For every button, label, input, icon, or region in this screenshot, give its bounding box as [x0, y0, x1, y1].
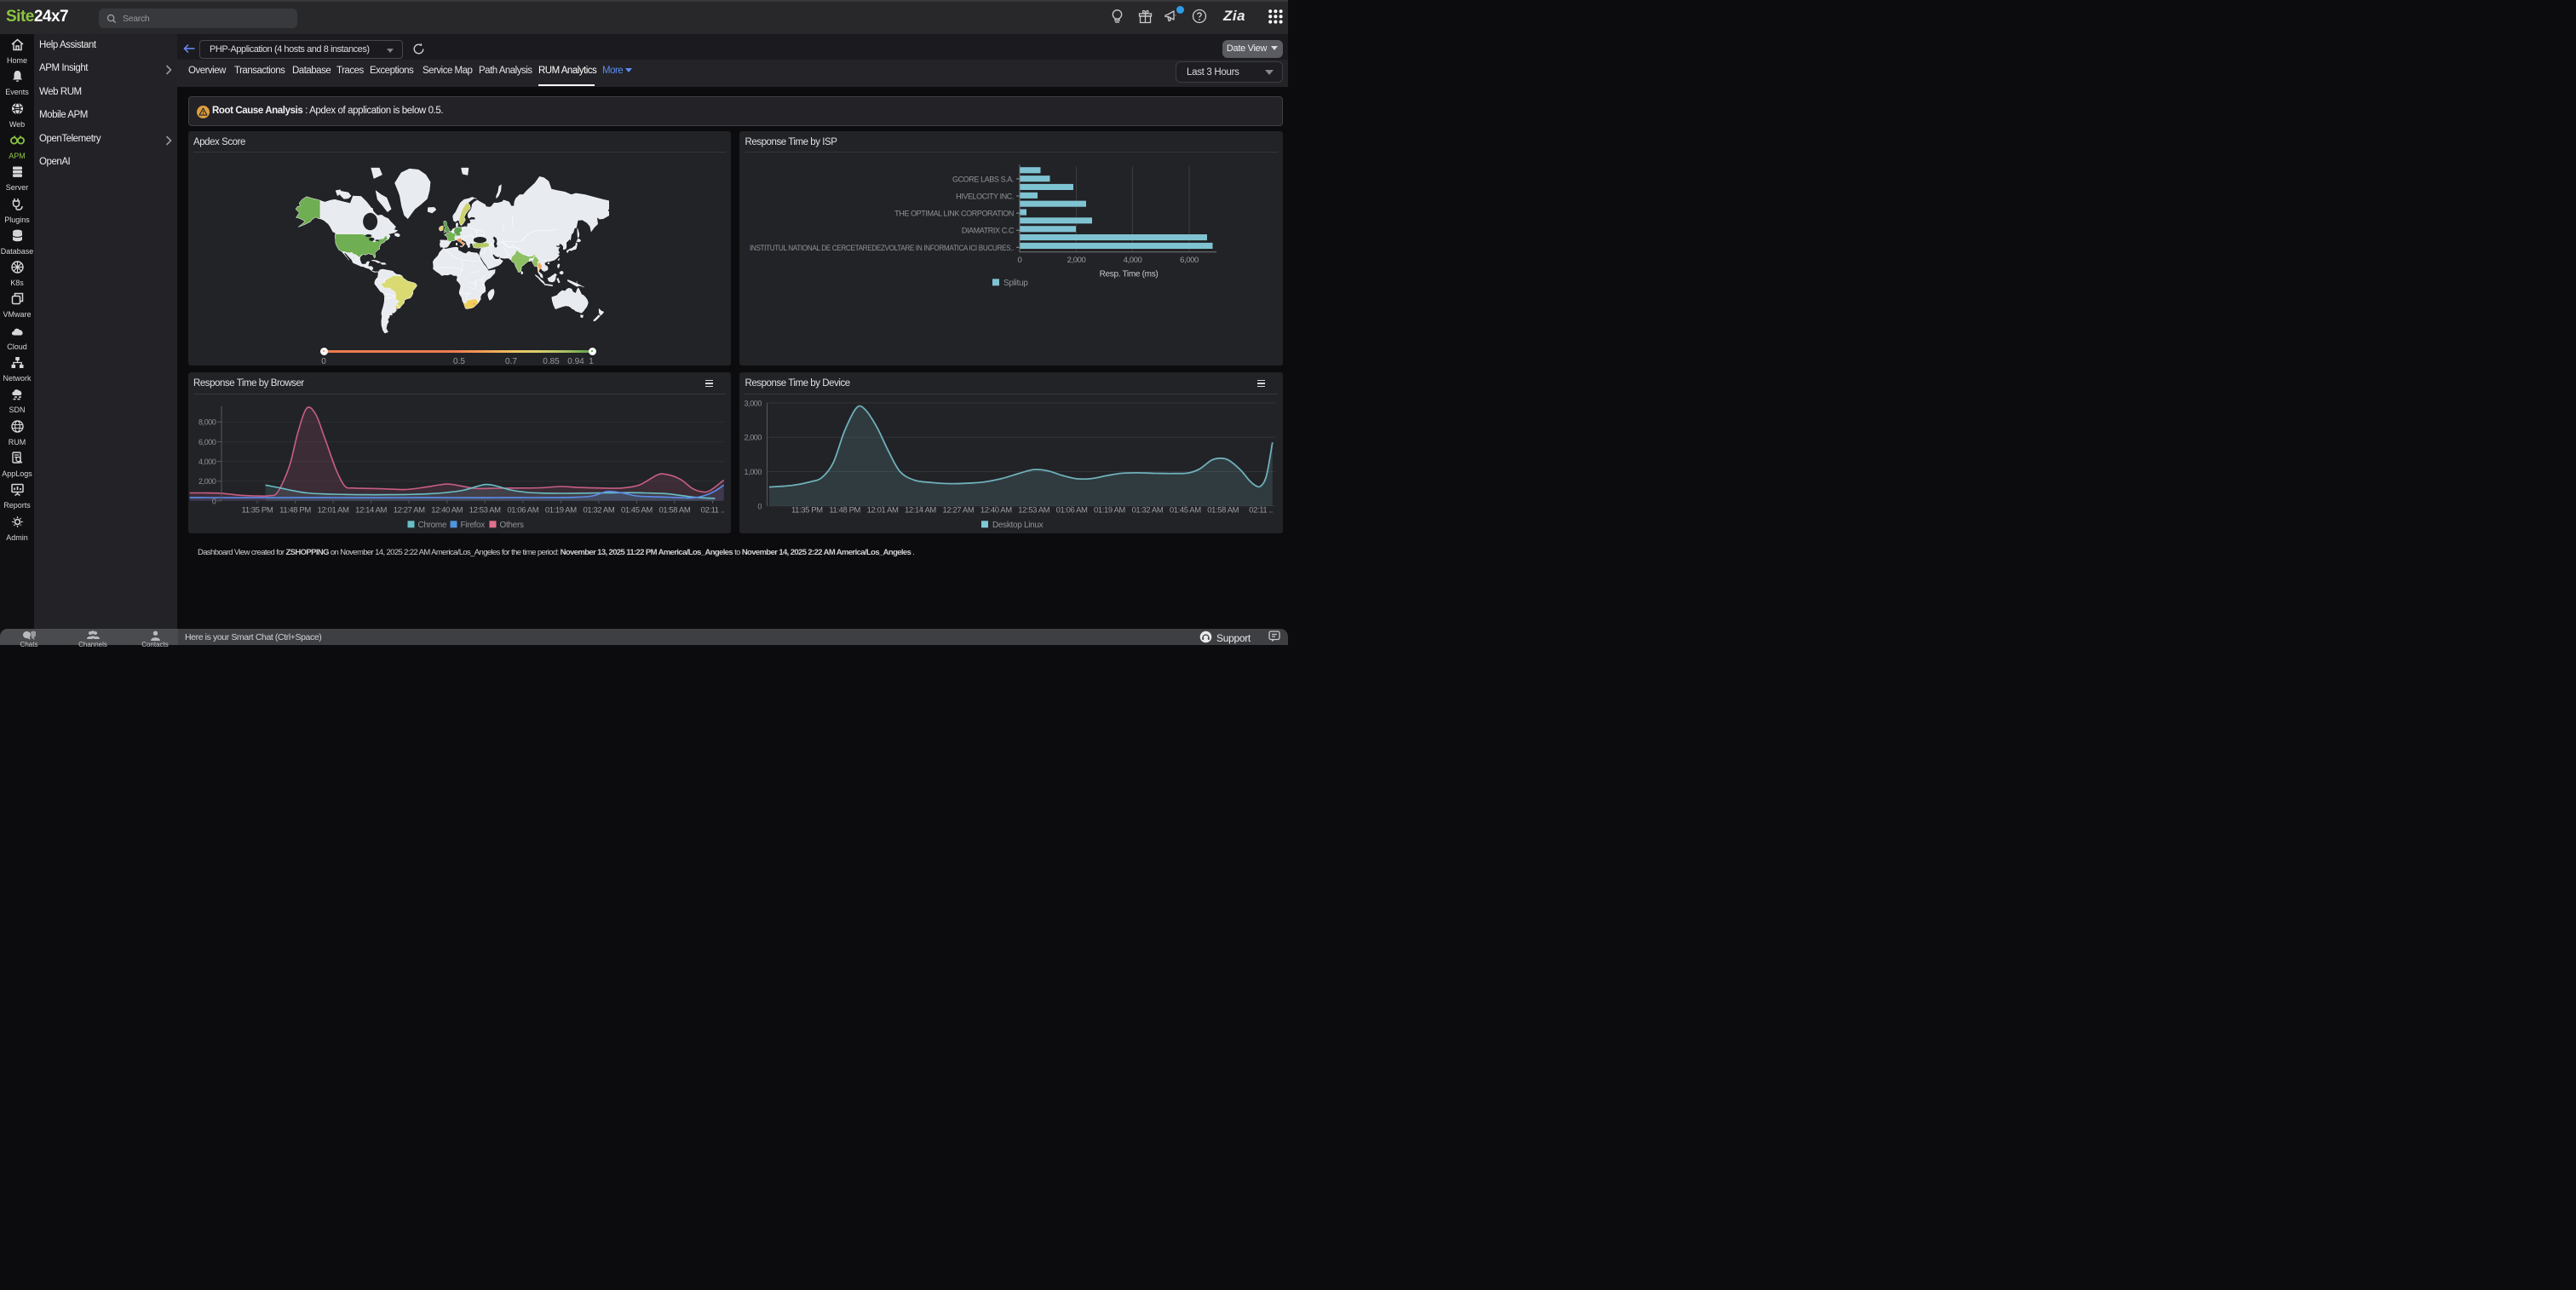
svg-text:12:14 AM: 12:14 AM: [355, 505, 387, 515]
svg-text:0: 0: [1018, 255, 1022, 264]
svg-text:6,000: 6,000: [198, 438, 216, 446]
svg-text:11:35 PM: 11:35 PM: [241, 505, 273, 515]
svg-text:Others: Others: [499, 521, 523, 530]
svg-text:Desktop Linux: Desktop Linux: [992, 521, 1044, 530]
svg-text:02:11 ..: 02:11 ..: [700, 505, 724, 515]
svg-text:1,000: 1,000: [745, 468, 762, 476]
svg-text:Chrome: Chrome: [417, 521, 446, 530]
svg-text:12:01 AM: 12:01 AM: [317, 505, 348, 515]
svg-text:01:19 AM: 01:19 AM: [544, 505, 576, 515]
svg-text:Splitup: Splitup: [1003, 278, 1028, 287]
svg-text:01:58 AM: 01:58 AM: [658, 505, 690, 515]
svg-text:2,000: 2,000: [1067, 255, 1086, 264]
svg-text:0: 0: [211, 497, 216, 505]
svg-text:2,000: 2,000: [745, 434, 762, 442]
svg-text:0: 0: [757, 502, 762, 510]
svg-text:12:40 AM: 12:40 AM: [431, 505, 463, 515]
svg-text:INSTITUTUL NATIONAL DE CERCETA: INSTITUTUL NATIONAL DE CERCETAREDEZVOLTA…: [750, 243, 1014, 251]
svg-text:8,000: 8,000: [198, 418, 216, 427]
svg-text:3,000: 3,000: [745, 400, 762, 408]
svg-text:12:53 AM: 12:53 AM: [469, 505, 500, 515]
svg-text:HIVELOCITY INC.: HIVELOCITY INC.: [956, 192, 1014, 200]
svg-text:12:27 AM: 12:27 AM: [393, 505, 424, 515]
svg-text:4,000: 4,000: [1124, 255, 1142, 264]
svg-text:THE OPTIMAL LINK CORPORATION: THE OPTIMAL LINK CORPORATION: [894, 209, 1014, 217]
svg-text:01:06 AM: 01:06 AM: [507, 505, 538, 515]
svg-text:GCORE LABS S.A.: GCORE LABS S.A.: [952, 175, 1014, 183]
svg-text:6,000: 6,000: [1180, 255, 1199, 264]
svg-text:4,000: 4,000: [198, 458, 216, 466]
svg-text:11:48 PM: 11:48 PM: [279, 505, 311, 515]
svg-text:DIAMATRIX C.C: DIAMATRIX C.C: [962, 226, 1015, 234]
svg-text:2,000: 2,000: [198, 477, 216, 486]
svg-text:Firefox: Firefox: [460, 521, 485, 530]
svg-text:01:45 AM: 01:45 AM: [620, 505, 652, 515]
svg-text:01:32 AM: 01:32 AM: [583, 505, 614, 515]
svg-text:Resp. Time (ms): Resp. Time (ms): [1100, 269, 1159, 279]
